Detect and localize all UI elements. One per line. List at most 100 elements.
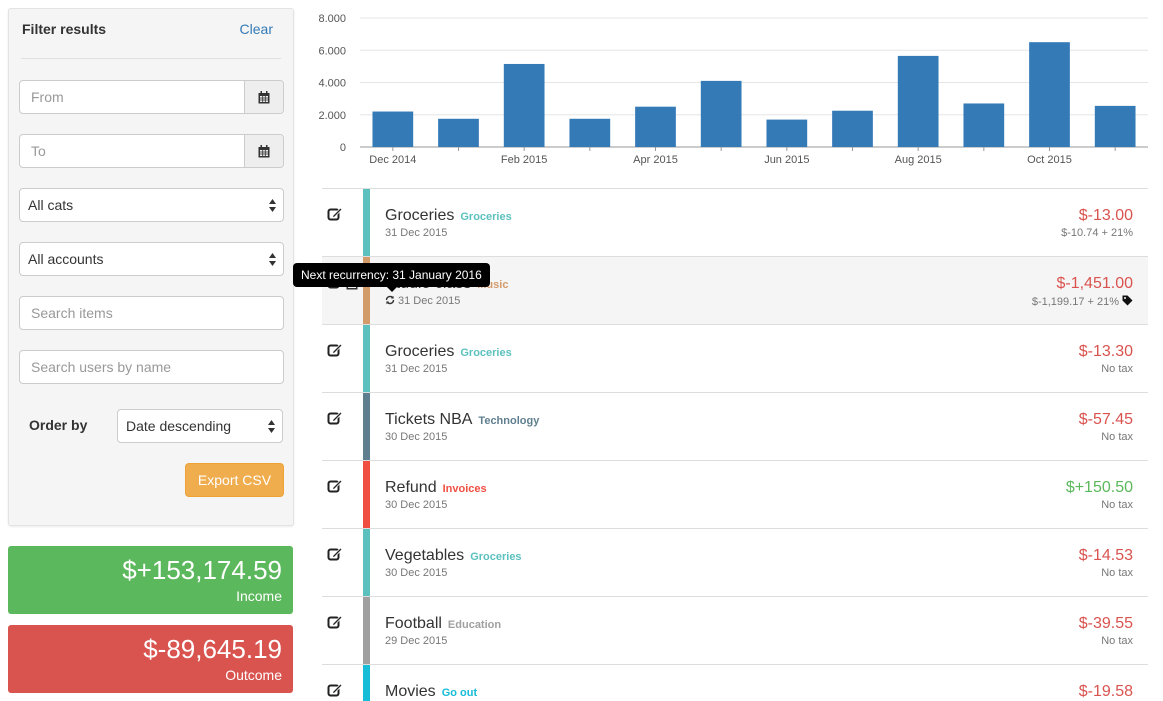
search-items-input[interactable]: Search items bbox=[19, 296, 284, 330]
outcome-amount: $-89,645.19 bbox=[143, 634, 282, 664]
transaction-date-wrap: 29 Dec 2015 bbox=[385, 635, 447, 647]
select-arrows-icon bbox=[269, 199, 276, 212]
transaction-title: Movies bbox=[385, 683, 436, 700]
transaction-row[interactable]: Movies Go out $-19.58 bbox=[322, 664, 1148, 701]
export-csv-button[interactable]: Export CSV bbox=[185, 463, 284, 497]
transaction-name: Refund Invoices bbox=[385, 479, 487, 497]
income-amount: $+153,174.59 bbox=[122, 555, 282, 585]
edit-icon[interactable] bbox=[327, 478, 343, 494]
clear-filters-link[interactable]: Clear bbox=[240, 21, 273, 37]
chart-bar bbox=[766, 119, 808, 147]
search-users-input[interactable]: Search users by name bbox=[19, 350, 284, 384]
tag-icon bbox=[1119, 295, 1133, 308]
transaction-row[interactable]: Groceries Groceries 31 Dec 2015 $-13.30 No t… bbox=[322, 324, 1148, 392]
transaction-amount: $-39.55 bbox=[1078, 615, 1133, 632]
transaction-date: 30 Dec 2015 bbox=[385, 499, 448, 511]
edit-icon[interactable] bbox=[327, 342, 343, 358]
category-label: Groceries bbox=[460, 211, 512, 223]
transaction-name: Groceries Groceries bbox=[385, 207, 512, 225]
transaction-date: 31 Dec 2015 bbox=[385, 363, 448, 375]
edit-icon[interactable] bbox=[327, 410, 343, 426]
search-users-placeholder: Search users by name bbox=[31, 359, 172, 375]
category-color-stripe bbox=[363, 325, 370, 392]
transaction-tax: No tax bbox=[1101, 635, 1133, 647]
transaction-row[interactable]: Tickets NBA Technology 30 Dec 2015 $-57.45 N… bbox=[322, 392, 1148, 460]
transaction-date-wrap: 30 Dec 2015 bbox=[385, 499, 447, 511]
transaction-amount: $-14.53 bbox=[1078, 547, 1133, 564]
chart-bar bbox=[438, 118, 479, 147]
category-select[interactable]: All cats bbox=[19, 188, 284, 222]
transaction-date: 31 Dec 2015 bbox=[385, 227, 448, 239]
chart-bar bbox=[1029, 42, 1070, 147]
transaction-subtext: No tax bbox=[1101, 567, 1133, 579]
transaction-subtext: $-1,199.17 + 21% bbox=[1032, 295, 1133, 308]
transaction-amount: $-13.00 bbox=[1078, 207, 1133, 224]
x-tick-label: Feb 2015 bbox=[501, 154, 547, 166]
from-date-input[interactable]: From bbox=[19, 80, 284, 114]
category-color-stripe bbox=[363, 529, 370, 596]
y-tick-label: 8.000 bbox=[318, 13, 346, 25]
category-color-stripe bbox=[363, 189, 370, 256]
transaction-tax: No tax bbox=[1101, 567, 1133, 579]
transaction-name: Football Education bbox=[385, 615, 501, 633]
from-date-placeholder: From bbox=[31, 89, 64, 105]
chart-bar bbox=[569, 118, 611, 147]
chart-bar bbox=[372, 111, 414, 147]
transaction-tax: No tax bbox=[1101, 431, 1133, 443]
transaction-tax: $-1,199.17 + 21% bbox=[1031, 296, 1119, 308]
edit-icon[interactable] bbox=[327, 546, 343, 562]
transaction-name: Groceries Groceries bbox=[385, 343, 512, 361]
transaction-amount: $-13.30 bbox=[1078, 343, 1133, 360]
category-label: Go out bbox=[441, 687, 478, 699]
select-arrows-icon bbox=[268, 420, 275, 433]
to-date-input[interactable]: To bbox=[19, 134, 284, 168]
order-by-select[interactable]: Date descending bbox=[117, 409, 283, 443]
transaction-date: 29 Dec 2015 bbox=[385, 635, 448, 647]
edit-icon[interactable] bbox=[327, 614, 343, 630]
transaction-title: Vegetables bbox=[385, 547, 465, 564]
transaction-tax: $-10.74 + 21% bbox=[1061, 227, 1133, 239]
x-tick-label: Jun 2015 bbox=[764, 154, 809, 166]
transaction-amount: $-1,451.00 bbox=[1056, 275, 1133, 292]
x-tick-label: Apr 2015 bbox=[633, 154, 678, 166]
select-arrows-icon bbox=[269, 253, 276, 266]
category-label: Technology bbox=[478, 415, 540, 427]
transaction-row[interactable]: Groceries Groceries 31 Dec 2015 $-13.00 $-10… bbox=[322, 188, 1148, 256]
edit-icon[interactable] bbox=[327, 206, 343, 222]
transaction-subtext: No tax bbox=[1101, 499, 1133, 511]
outcome-total: $-89,645.19 Outcome bbox=[8, 625, 293, 693]
transaction-name: Movies Go out bbox=[385, 683, 477, 701]
category-label: Groceries bbox=[470, 551, 522, 563]
transaction-name: Tickets NBA Technology bbox=[385, 411, 539, 429]
transaction-title: Refund bbox=[385, 479, 437, 496]
transaction-date-wrap: 31 Dec 2015 bbox=[385, 227, 447, 239]
transaction-row[interactable]: Football Education 29 Dec 2015 $-39.55 No ta… bbox=[322, 596, 1148, 664]
transaction-subtext: $-10.74 + 21% bbox=[1061, 227, 1133, 239]
transaction-date-wrap: 30 Dec 2015 bbox=[385, 431, 447, 443]
y-tick-label: 2.000 bbox=[318, 110, 346, 122]
transaction-row[interactable]: Refund Invoices 30 Dec 2015 $+150.50 No tax bbox=[322, 460, 1148, 528]
transaction-title: Groceries bbox=[385, 343, 455, 360]
transaction-date-wrap: 30 Dec 2015 bbox=[385, 567, 447, 579]
x-tick-label: Aug 2015 bbox=[895, 154, 942, 166]
income-label: Income bbox=[236, 588, 282, 604]
category-color-stripe bbox=[363, 461, 370, 528]
transaction-row[interactable]: Vegetables Groceries 30 Dec 2015 $-14.53 No … bbox=[322, 528, 1148, 596]
calendar-icon[interactable] bbox=[244, 81, 283, 113]
category-color-stripe bbox=[363, 665, 370, 701]
category-label: Education bbox=[447, 619, 502, 631]
income-total: $+153,174.59 Income bbox=[8, 546, 293, 614]
search-items-placeholder: Search items bbox=[31, 305, 113, 321]
transaction-date: 30 Dec 2015 bbox=[385, 567, 448, 579]
y-tick-label: 6.000 bbox=[318, 45, 346, 57]
transaction-date: 30 Dec 2015 bbox=[385, 431, 448, 443]
transaction-subtext: No tax bbox=[1101, 635, 1133, 647]
transaction-subtext: No tax bbox=[1101, 363, 1133, 375]
chart-bar bbox=[897, 55, 939, 147]
filter-panel: Filter results Clear From To All cats Al… bbox=[8, 8, 294, 526]
chart-bar bbox=[1094, 105, 1136, 147]
chart-bar bbox=[700, 80, 742, 147]
account-select[interactable]: All accounts bbox=[19, 242, 284, 276]
calendar-icon[interactable] bbox=[244, 135, 283, 167]
edit-icon[interactable] bbox=[327, 682, 343, 698]
